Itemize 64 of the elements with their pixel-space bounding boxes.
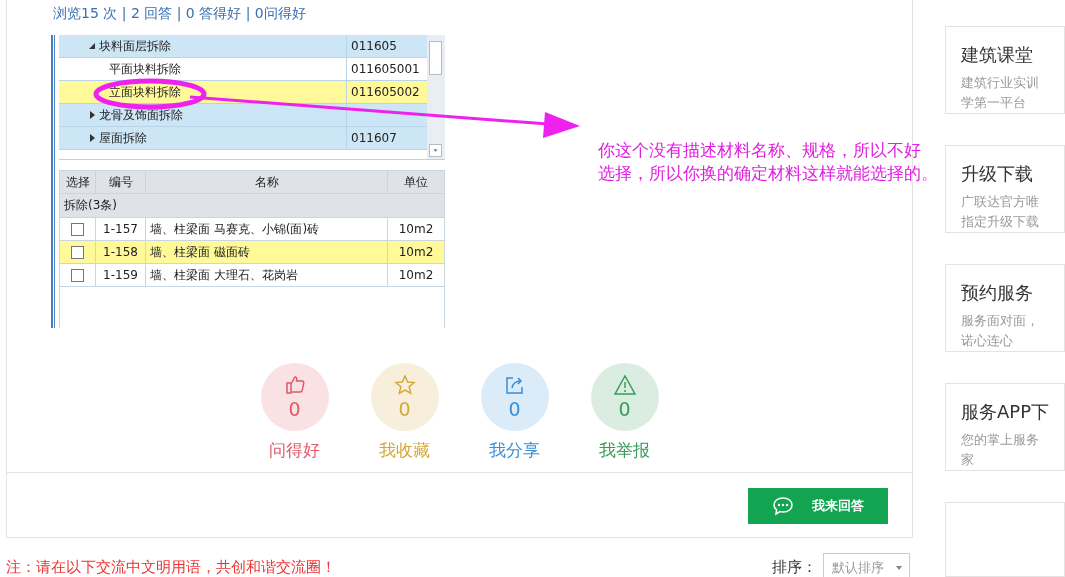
sort-label: 排序：	[772, 558, 817, 577]
tree-row[interactable]: 龙骨及饰面拆除	[59, 104, 427, 127]
tree-label: 块料面层拆除	[99, 38, 171, 55]
share-icon	[503, 374, 526, 396]
table-cell: 墙、柱梁面 大理石、花岗岩	[146, 264, 388, 286]
checkbox[interactable]	[71, 246, 84, 259]
card-description: 您的掌上服务 家	[961, 430, 1040, 469]
card-title: 建筑课堂	[961, 42, 1034, 67]
scrollbar[interactable]	[427, 35, 445, 159]
tree-label: 平面块料拆除	[109, 61, 181, 78]
collapse-triangle-icon[interactable]	[89, 42, 96, 50]
tree-label: 龙骨及饰面拆除	[99, 107, 183, 124]
notice-text: 注：请在以下交流中文明用语，共创和谐交流圈！	[6, 558, 336, 577]
card-title: 升级下载	[961, 161, 1034, 186]
tree-code: 011605001	[351, 62, 420, 76]
checkbox[interactable]	[71, 223, 84, 236]
chat-bubble-icon	[772, 496, 794, 516]
sidebar-card[interactable]: 预约服务 服务面对面， 诺心连心	[945, 263, 1065, 352]
card-title: 服务APP下	[961, 399, 1051, 424]
column-header: 编号	[96, 171, 146, 193]
sidebar-card[interactable]: 升级下载 广联达官方唯 指定升级下载	[945, 144, 1065, 233]
table-cell-text: 10m2	[397, 221, 435, 238]
tree-label: 屋面拆除	[99, 130, 147, 147]
column-header: 选择	[60, 171, 96, 193]
card-description: 服务面对面， 诺心连心	[961, 311, 1040, 350]
tree-row[interactable]: 屋面拆除 011607	[59, 127, 427, 150]
table-cell: 1-159	[96, 264, 146, 286]
expand-triangle-icon[interactable]	[89, 134, 96, 142]
tree-code: 011605002	[351, 85, 420, 99]
action-label[interactable]: 我举报	[599, 439, 650, 462]
annotation-text: 你这个没有描述材料名称、规格，所以不好 选择，所以你换的确定材料这样就能选择的。	[598, 140, 938, 185]
column-header: 名称	[146, 171, 388, 193]
table-cell: 1-157	[96, 218, 146, 240]
tree-code: 011605	[351, 39, 397, 53]
checkbox[interactable]	[71, 269, 84, 282]
tree-code: 011607	[351, 131, 397, 145]
table-cell: 墙、柱梁面 马赛克、小锦(面)砖	[146, 218, 388, 240]
warning-icon	[613, 374, 636, 396]
table-cell: 1-158	[96, 241, 146, 263]
table-row[interactable]: 1-159 墙、柱梁面 大理石、花岗岩 10m2	[60, 264, 444, 287]
card-title: 预约服务	[961, 280, 1034, 305]
column-header: 单位	[403, 174, 429, 191]
action-count: 0	[398, 398, 411, 420]
scroll-thumb[interactable]	[429, 41, 442, 75]
star-icon	[393, 374, 416, 396]
action-count: 0	[288, 398, 301, 420]
action-count: 0	[508, 398, 521, 420]
card-description: 广联达官方唯 指定升级下载	[961, 192, 1040, 231]
thumbs-up-icon	[283, 374, 306, 396]
tree-label: 立面块料拆除	[109, 84, 181, 101]
scroll-down-icon[interactable]	[429, 144, 442, 157]
sidebar-card[interactable]: 服务APP下 您的掌上服务 家	[945, 382, 1065, 471]
tree-row[interactable]: 平面块料拆除 011605001	[59, 58, 427, 81]
tree-row[interactable]: 块料面层拆除 011605	[59, 35, 427, 58]
table-cell: 墙、柱梁面 磁面砖	[146, 241, 388, 263]
table-cell-text: 10m2	[397, 267, 435, 284]
table-row[interactable]: 1-158 墙、柱梁面 磁面砖 10m2	[60, 241, 444, 264]
action-count: 0	[618, 398, 631, 420]
group-row: 拆除(3条)	[60, 194, 444, 218]
action-label[interactable]: 问得好	[269, 439, 320, 462]
question-stats: 浏览15 次 | 2 回答 | 0 答得好 | 0问得好	[52, 4, 307, 24]
table-cell-text: 10m2	[397, 244, 435, 261]
expand-triangle-icon[interactable]	[89, 111, 96, 119]
caret-icon	[895, 564, 903, 572]
